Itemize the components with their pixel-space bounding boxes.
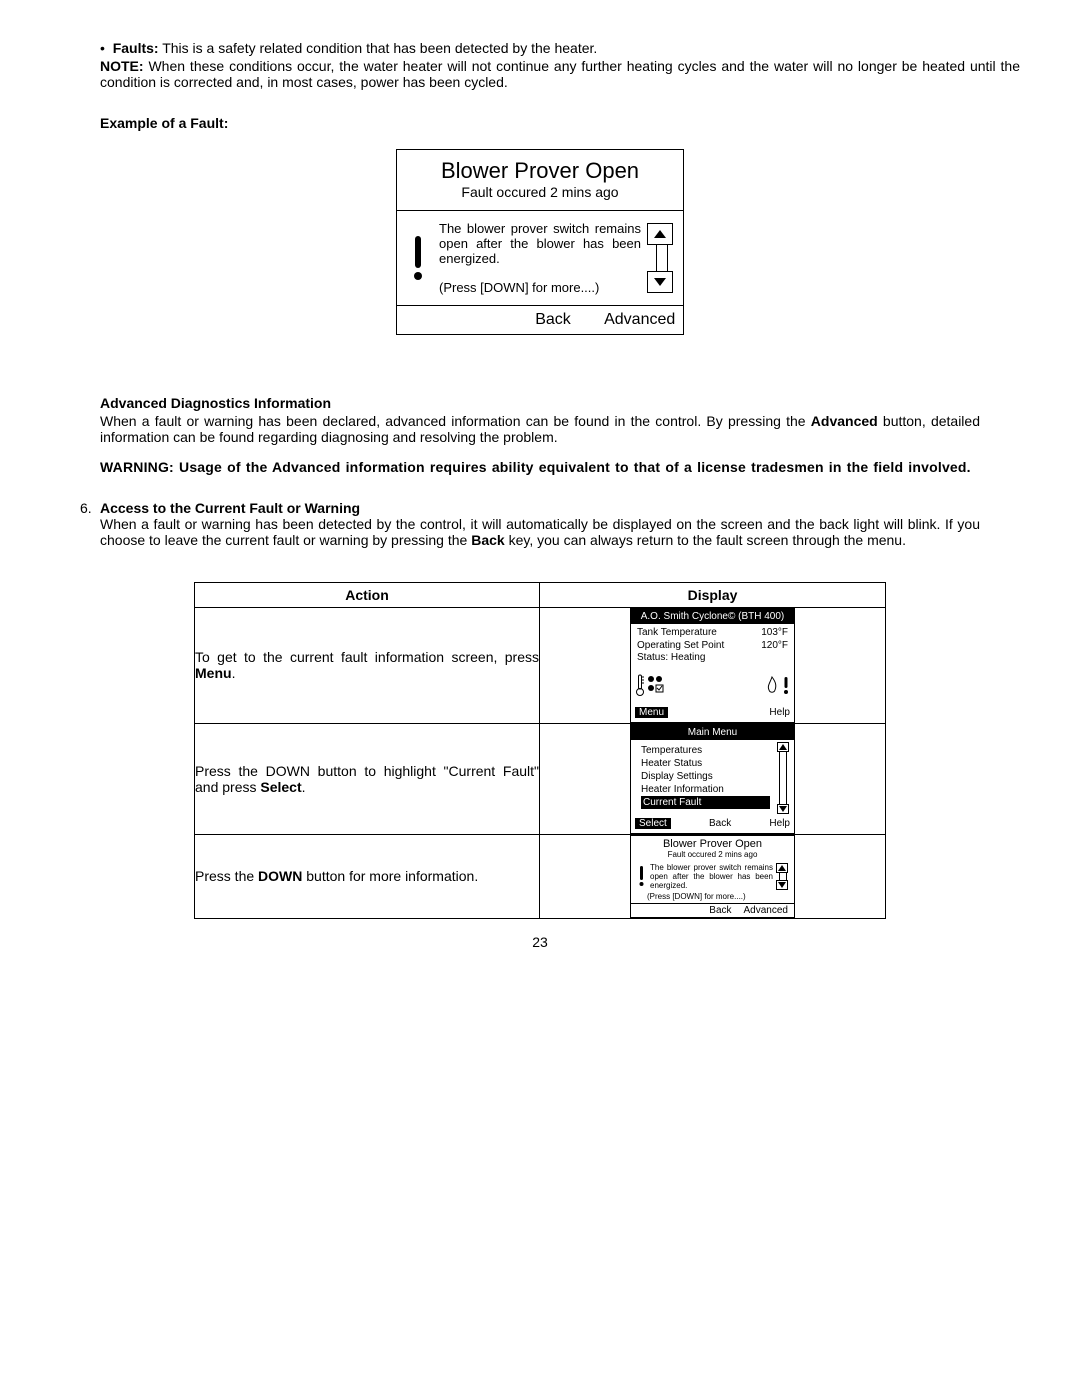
lcd-main-menu: Main Menu Temperatures Heater Status Dis… <box>630 724 795 834</box>
th-action: Action <box>195 583 540 608</box>
exclaim-icon <box>403 221 433 295</box>
example-heading: Example of a Fault: <box>100 115 1020 131</box>
lcd-home: A.O. Smith Cyclone© (BTH 400) Tank Tempe… <box>630 608 795 723</box>
adv-para: When a fault or warning has been declare… <box>100 413 980 445</box>
menu-item[interactable]: Temperatures <box>641 745 702 756</box>
fault-press-hint: (Press [DOWN] for more....) <box>439 280 641 295</box>
exclaim-icon <box>635 863 647 891</box>
menu-item[interactable]: Heater Information <box>641 784 724 795</box>
step-number: 6. <box>80 500 100 548</box>
thermometer-icon <box>635 674 645 699</box>
up-arrow-button[interactable] <box>647 223 673 245</box>
menu-item[interactable]: Heater Status <box>641 758 702 769</box>
faults-bullet: • Faults: This is a safety related condi… <box>100 40 1020 56</box>
help-button[interactable]: Help <box>769 707 790 718</box>
down-arrow-button[interactable] <box>776 880 788 890</box>
access-heading: Access to the Current Fault or Warning <box>100 500 360 516</box>
warning-block: WARNING: Usage of the Advanced informati… <box>100 459 980 475</box>
menu-item-selected[interactable]: Current Fault <box>641 796 770 809</box>
down-arrow-button[interactable] <box>777 804 789 814</box>
back-button[interactable]: Back <box>709 818 731 829</box>
back-button[interactable]: Back <box>709 905 731 916</box>
note-label: NOTE: <box>100 58 144 74</box>
status-icons <box>631 668 794 705</box>
up-arrow-button[interactable] <box>777 742 789 752</box>
menu-item[interactable]: Display Settings <box>641 771 713 782</box>
fault-title: Blower Prover Open <box>407 158 673 184</box>
menu-button[interactable]: Menu <box>635 707 668 718</box>
advanced-button[interactable]: Advanced <box>596 306 683 334</box>
water-icon <box>645 674 667 699</box>
down-arrow-button[interactable] <box>647 271 673 293</box>
flame-icon <box>766 676 778 697</box>
note-block: NOTE: When these conditions occur, the w… <box>100 58 1020 90</box>
page-number: 23 <box>60 934 1020 950</box>
alert-icon <box>782 676 790 697</box>
lcd-fault: Blower Prover Open Fault occured 2 mins … <box>630 835 795 919</box>
advanced-button[interactable]: Advanced <box>744 905 788 916</box>
up-arrow-button[interactable] <box>776 863 788 873</box>
th-display: Display <box>540 583 886 608</box>
table-row: To get to the current fault information … <box>195 608 886 724</box>
fault-subtitle: Fault occured 2 mins ago <box>407 184 673 200</box>
fault-display-large: Blower Prover Open Fault occured 2 mins … <box>396 149 684 335</box>
back-button[interactable]: Back <box>510 306 597 334</box>
table-row: Press the DOWN button for more informati… <box>195 834 886 919</box>
adv-heading: Advanced Diagnostics Information <box>100 395 1020 411</box>
action-display-table: Action Display To get to the current fau… <box>194 582 886 919</box>
table-row: Press the DOWN button to highlight "Curr… <box>195 723 886 834</box>
select-button[interactable]: Select <box>635 818 671 829</box>
help-button[interactable]: Help <box>769 818 790 829</box>
faults-label: Faults: <box>113 40 159 56</box>
fault-body: The blower prover switch remains open af… <box>439 221 641 266</box>
